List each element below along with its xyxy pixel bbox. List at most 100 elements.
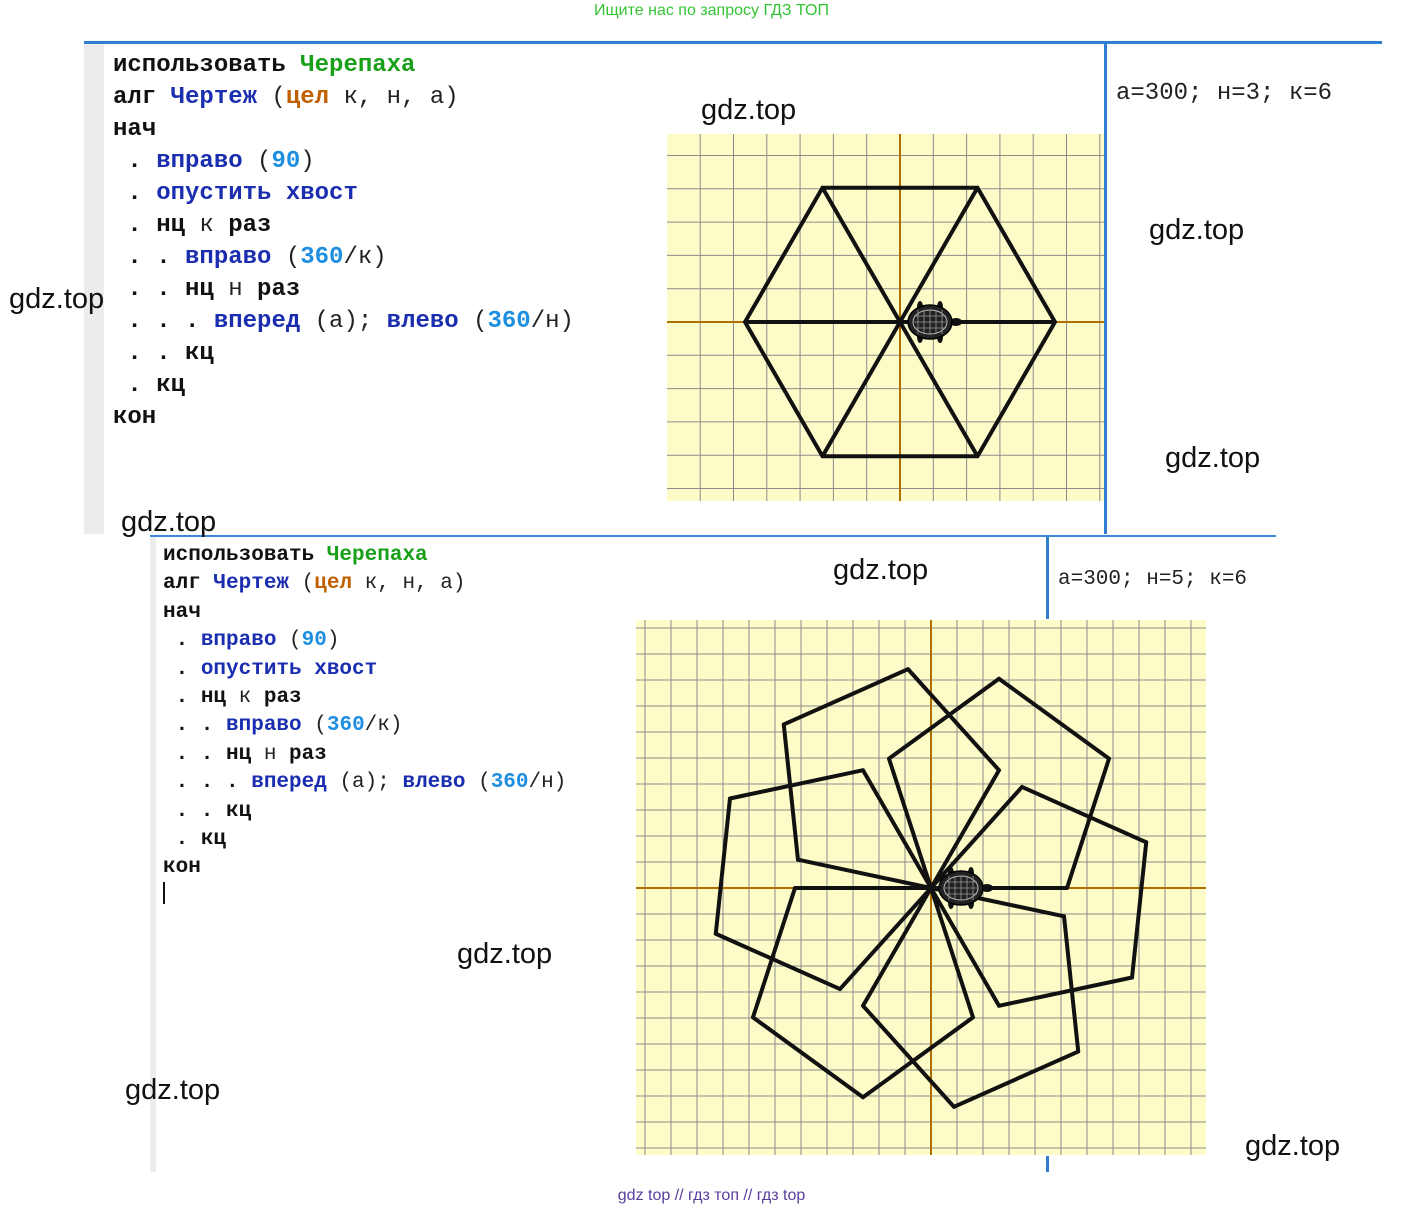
code-line[interactable]: . . вправо (360/к) xyxy=(113,242,574,274)
code-line[interactable]: использовать Черепаха xyxy=(163,542,566,570)
panel2-right-divider-lower[interactable] xyxy=(1046,1156,1049,1172)
code-line[interactable]: . вправо (90) xyxy=(163,627,566,655)
code-token: ( xyxy=(276,629,302,653)
code-line[interactable]: алг Чертеж (цел к, н, а) xyxy=(163,570,566,598)
code-line[interactable]: . . вправо (360/к) xyxy=(163,712,566,740)
code-token: . . xyxy=(113,244,186,271)
code-line[interactable]: нач xyxy=(113,114,574,146)
code-line[interactable]: . нц к раз xyxy=(163,684,566,712)
code-line[interactable]: . опустить хвост xyxy=(113,178,574,210)
watermark: gdz.top xyxy=(1245,1130,1341,1162)
code-token: к xyxy=(185,212,229,239)
code-token: влево xyxy=(402,771,466,795)
code-line[interactable]: алг Чертеж (цел к, н, а) xyxy=(113,82,574,114)
code-line[interactable]: . нц к раз xyxy=(113,210,574,242)
code-line[interactable]: . . . вперед (а); влево (360/н) xyxy=(113,306,574,338)
code-token: . . xyxy=(163,742,227,766)
code-token: Чертеж xyxy=(170,84,258,111)
code-token: Черепаха xyxy=(300,52,416,79)
code-token: опустить хвост xyxy=(200,657,378,681)
code-token: 360 xyxy=(326,714,365,738)
code-token: ( xyxy=(271,244,301,271)
panel2-turtle-canvas[interactable] xyxy=(636,620,1206,1155)
code-token: 90 xyxy=(301,629,327,653)
panel2-parameters[interactable]: а=300; н=5; к=6 xyxy=(1058,568,1247,591)
code-token: влево xyxy=(386,308,459,335)
code-token: . . xyxy=(113,276,186,303)
code-token: . xyxy=(113,148,157,175)
watermark: gdz.top xyxy=(701,94,797,126)
code-token: кц xyxy=(226,799,252,823)
code-line[interactable]: . . . вперед (а); влево (360/н) xyxy=(163,769,567,797)
code-token: вперед xyxy=(213,308,301,335)
code-token: нц xyxy=(226,742,252,766)
code-line[interactable]: . кц xyxy=(113,370,574,402)
code-line[interactable]: . вправо (90) xyxy=(113,146,574,178)
code-line[interactable]: кон xyxy=(113,402,574,434)
code-token: нц xyxy=(185,276,214,303)
code-token: /к) xyxy=(364,714,403,738)
code-token: нач xyxy=(113,116,157,143)
code-token: к xyxy=(226,686,264,710)
header-note: Ищите нас по запросу ГДЗ ТОП xyxy=(594,2,829,19)
panel2-right-divider[interactable] xyxy=(1046,537,1049,619)
code-line[interactable]: . . нц н раз xyxy=(163,741,566,769)
code-token: цел xyxy=(285,84,330,111)
code-token: Чертеж xyxy=(213,572,290,596)
code-token: раз xyxy=(263,686,302,710)
panel1-parameters[interactable]: а=300; н=3; к=6 xyxy=(1116,80,1332,107)
code-token: к, н, а) xyxy=(329,84,459,111)
code-token: ( xyxy=(465,771,491,795)
code-token: использовать xyxy=(163,544,327,567)
code-token: 360 xyxy=(490,771,529,795)
code-line[interactable]: . . нц н раз xyxy=(113,274,574,306)
code-token: Черепаха xyxy=(326,544,428,567)
code-line[interactable]: кон xyxy=(163,854,566,882)
code-line[interactable]: . кц xyxy=(163,826,566,854)
panel1-turtle-canvas[interactable] xyxy=(667,134,1104,501)
code-token: вправо xyxy=(226,714,302,738)
code-token: раз xyxy=(257,276,301,303)
code-token: 90 xyxy=(271,148,301,175)
code-token: ) xyxy=(300,148,315,175)
code-token: (а); xyxy=(300,308,387,335)
code-token: . xyxy=(163,828,201,852)
footer-note: gdz top // гдз топ // гдз top xyxy=(617,1187,806,1204)
text-cursor xyxy=(163,882,165,904)
code-token: нц xyxy=(156,212,186,239)
code-token: кон xyxy=(113,404,157,431)
code-line[interactable]: . опустить хвост xyxy=(163,656,566,684)
code-token: . xyxy=(113,180,157,207)
code-token: ) xyxy=(326,629,340,653)
code-line[interactable]: . . кц xyxy=(113,338,574,370)
code-line[interactable]: нач xyxy=(163,599,566,627)
code-token: кц xyxy=(156,372,186,399)
code-token: . . xyxy=(163,799,227,823)
code-token: . xyxy=(113,212,157,239)
watermark: gdz.top xyxy=(121,506,217,538)
panel1-right-divider[interactable] xyxy=(1104,43,1107,534)
code-token: /н) xyxy=(530,308,574,335)
code-token: (а); xyxy=(326,771,403,795)
code-token: нач xyxy=(163,600,201,624)
code-token: цел xyxy=(314,572,353,596)
code-token: вправо xyxy=(200,629,277,653)
code-token: /н) xyxy=(528,771,567,795)
code-token: . xyxy=(163,657,201,681)
code-token: кц xyxy=(200,828,227,852)
code-token: ( xyxy=(257,84,286,111)
code-token: ( xyxy=(458,308,488,335)
code-token: ( xyxy=(301,714,327,738)
panel1-code-editor[interactable]: использовать Черепаха алг Чертеж (цел к, … xyxy=(113,50,574,434)
code-token: к, н, а) xyxy=(352,572,466,596)
code-line[interactable]: . . кц xyxy=(163,798,566,826)
code-line[interactable]: использовать Черепаха xyxy=(113,50,574,82)
code-token: вправо xyxy=(156,148,243,175)
code-token: алг xyxy=(113,84,171,111)
code-token: . xyxy=(163,686,201,710)
code-token: н xyxy=(213,276,258,303)
code-token: . . xyxy=(163,714,227,738)
code-token: ( xyxy=(242,148,272,175)
watermark: gdz.top xyxy=(457,938,553,970)
panel2-code-editor[interactable]: использовать Черепаха алг Чертеж (цел к, … xyxy=(163,542,566,883)
